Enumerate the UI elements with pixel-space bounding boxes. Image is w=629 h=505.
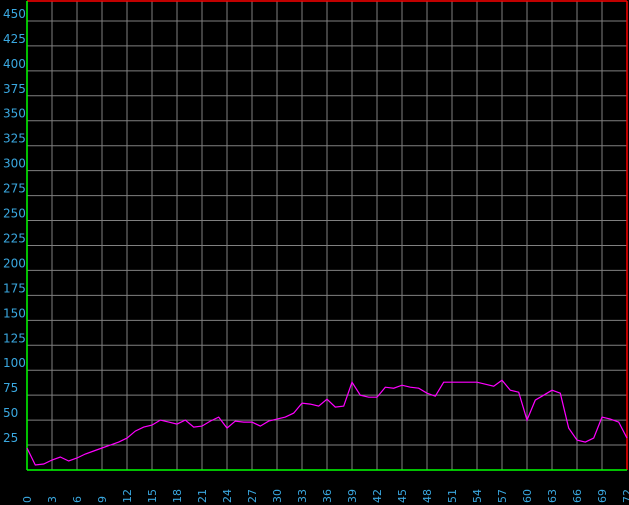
y-tick-label: 225	[3, 231, 26, 245]
y-tick-label: 325	[3, 132, 26, 146]
x-tick-label: 6	[71, 496, 84, 503]
y-tick-label: 50	[3, 406, 18, 420]
x-tick-label: 51	[446, 489, 459, 503]
y-tick-label: 450	[3, 7, 26, 21]
x-tick-label: 0	[21, 496, 34, 503]
x-tick-label: 15	[146, 489, 159, 503]
y-tick-label: 25	[3, 431, 18, 445]
chart: 25 50 75 100 125 150 175 200 225 250 275 300 325 350 3…	[0, 0, 629, 505]
x-tick-label: 33	[296, 489, 309, 503]
x-tick-label: 39	[346, 489, 359, 503]
y-tick-label: 125	[3, 331, 26, 345]
x-tick-label: 45	[396, 489, 409, 503]
line-chart: 2550751001251501752002252502753003253503…	[0, 0, 629, 505]
y-tick-label: 100	[3, 356, 26, 370]
x-tick-label: 42	[371, 489, 384, 503]
x-tick-label: 3	[46, 496, 59, 503]
y-tick-label: 250	[3, 207, 26, 221]
y-tick-label: 300	[3, 157, 26, 171]
x-tick-label: 24	[221, 489, 234, 503]
y-tick-label: 200	[3, 256, 26, 270]
x-tick-label: 12	[121, 489, 134, 503]
y-tick-label: 75	[3, 381, 18, 395]
y-tick-label: 350	[3, 107, 26, 121]
x-tick-label: 69	[596, 489, 609, 503]
x-tick-label: 54	[471, 489, 484, 503]
x-tick-label: 57	[496, 489, 509, 503]
x-tick-label: 48	[421, 489, 434, 503]
y-tick-label: 150	[3, 306, 26, 320]
x-tick-label: 18	[171, 489, 184, 503]
y-tick-label: 425	[3, 32, 26, 46]
x-tick-label: 66	[571, 489, 584, 503]
x-tick-label: 60	[521, 489, 534, 503]
y-tick-label: 375	[3, 82, 26, 96]
y-tick-label: 275	[3, 182, 26, 196]
y-tick-label: 400	[3, 57, 26, 71]
x-tick-label: 27	[246, 489, 259, 503]
x-tick-label: 63	[546, 489, 559, 503]
x-tick-label: 72	[621, 489, 629, 503]
chart-background	[0, 0, 629, 505]
x-tick-label: 36	[321, 489, 334, 503]
x-tick-label: 30	[271, 489, 284, 503]
x-tick-label: 21	[196, 489, 209, 503]
y-tick-label: 175	[3, 281, 26, 295]
x-tick-label: 9	[96, 496, 109, 503]
